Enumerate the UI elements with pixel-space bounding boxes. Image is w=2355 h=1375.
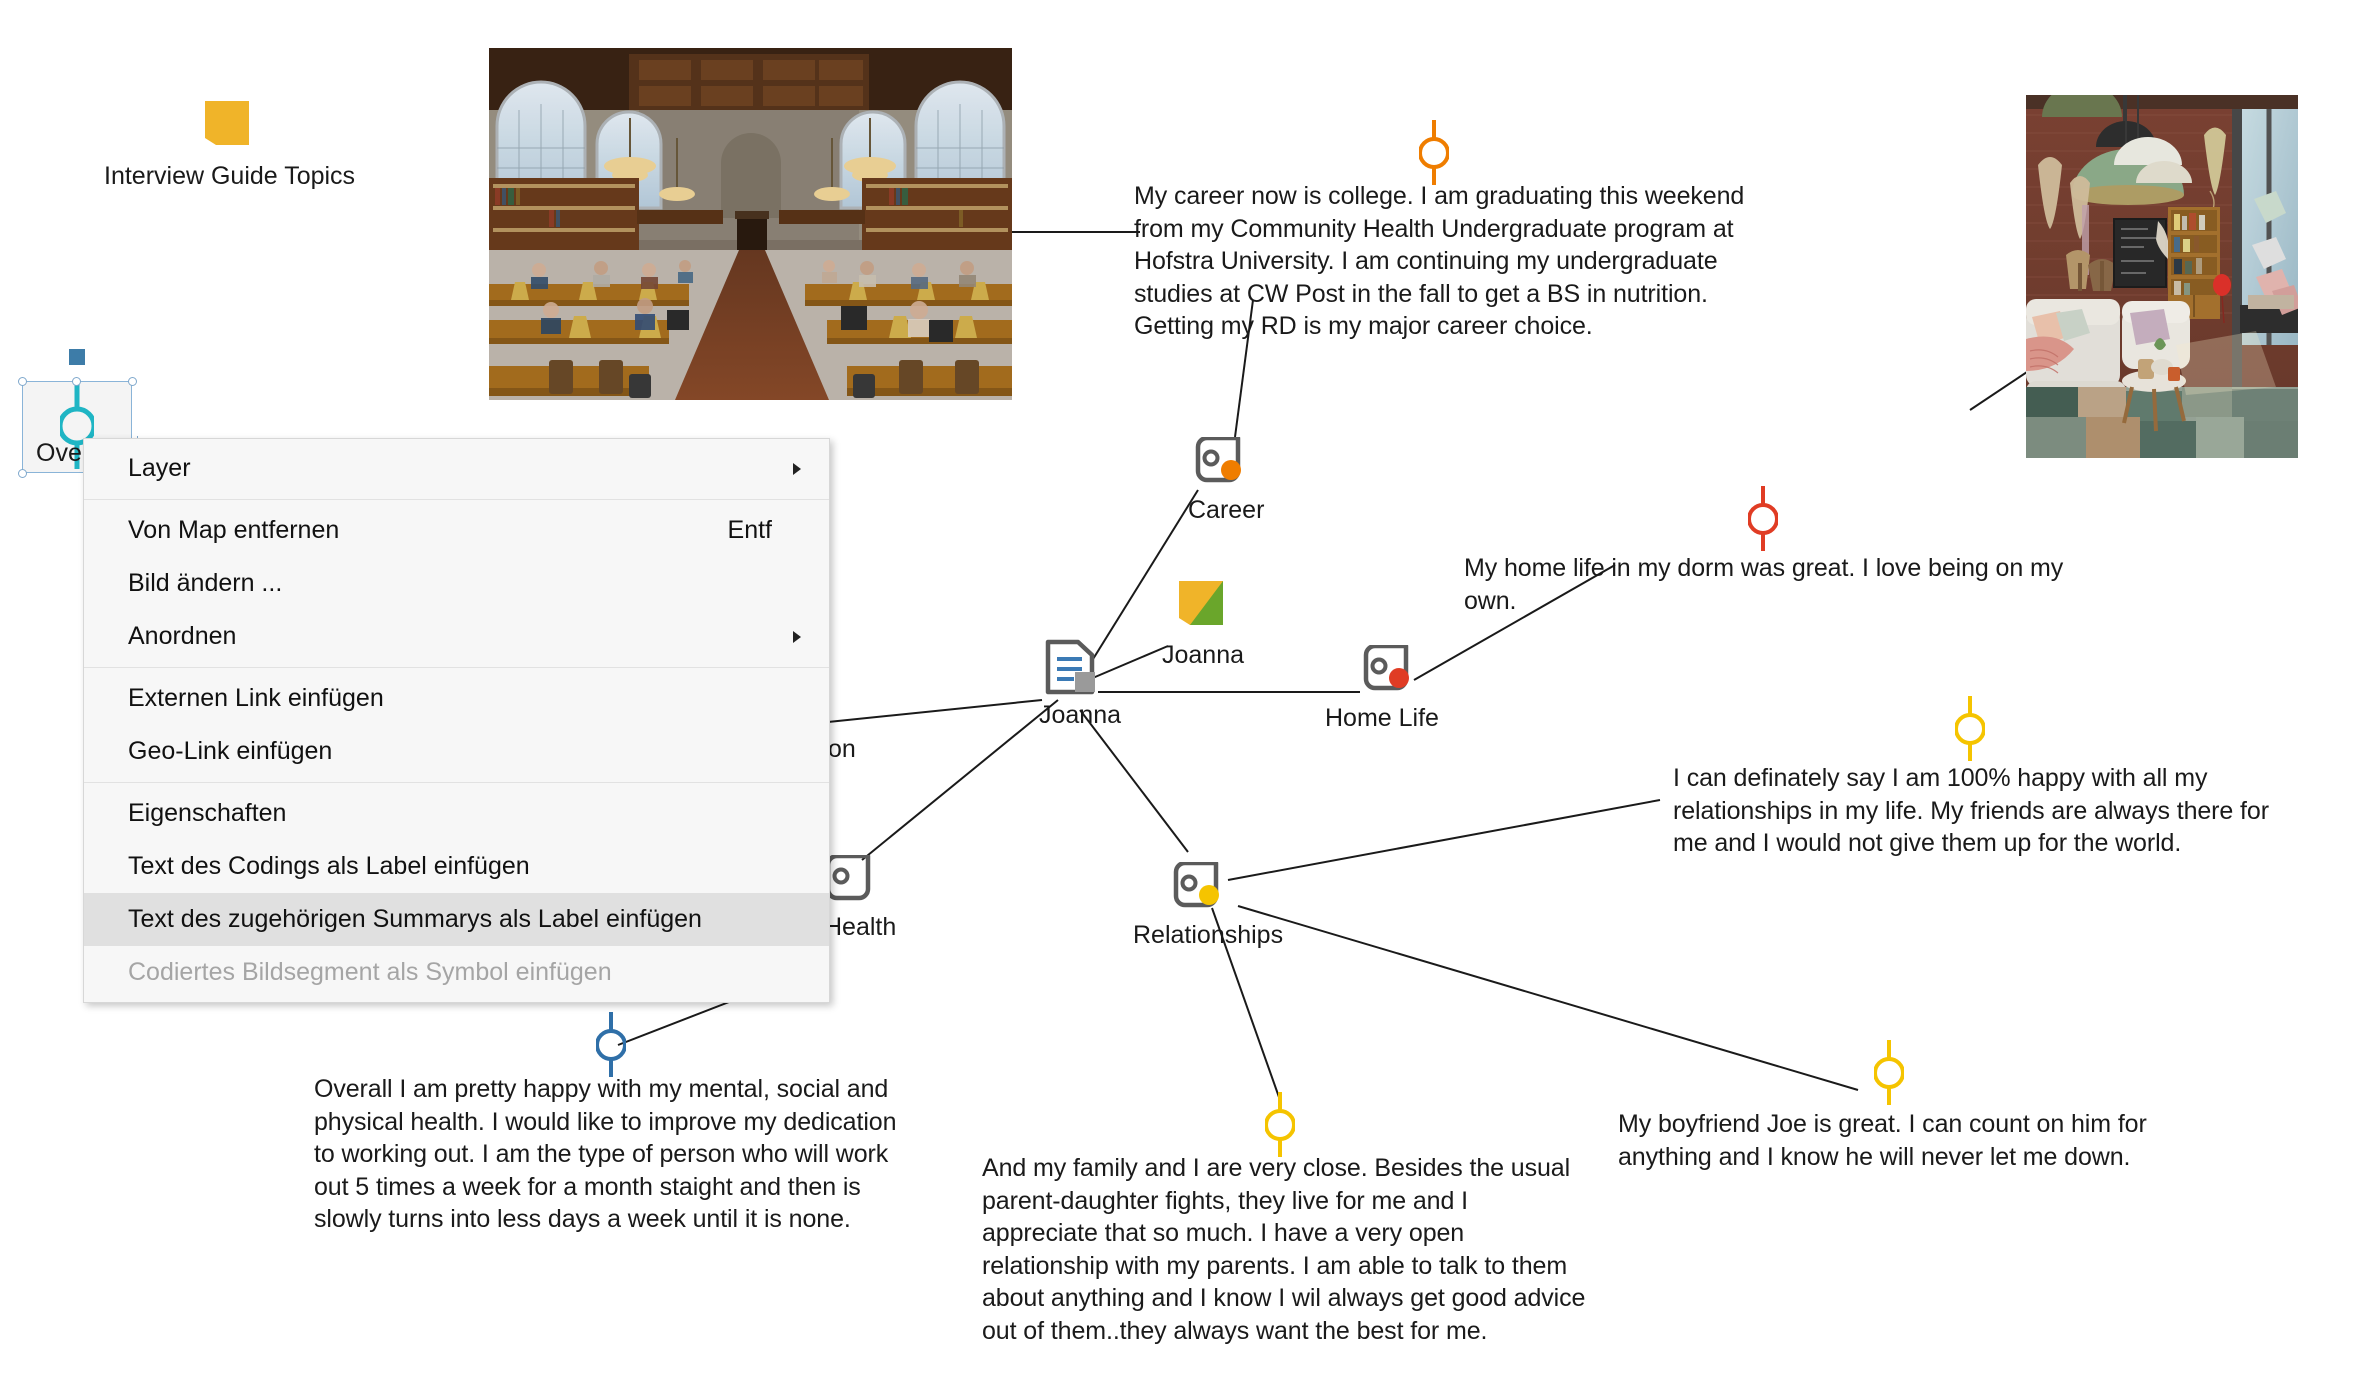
selection-handle-top-right[interactable] xyxy=(128,377,137,386)
family-summary-text: And my family and I are very close. Besi… xyxy=(982,1154,1586,1345)
joanna-set-note-label: Joanna xyxy=(1162,641,1245,669)
career-node-label: Career xyxy=(1188,496,1265,524)
home-life-node-label: Home Life xyxy=(1325,704,1439,732)
career-summary-text: My career now is college. I am graduatin… xyxy=(1134,182,1745,340)
context-menu-item-insert-geo-link[interactable]: Geo-Link einfügen xyxy=(84,725,829,778)
livingroom-image[interactable] xyxy=(2026,95,2298,458)
submenu-arrow-icon xyxy=(793,630,801,643)
context-menu-item-change-image[interactable]: Bild ändern ... xyxy=(84,557,829,610)
context-menu-item-properties[interactable]: Eigenschaften xyxy=(84,787,829,840)
selected-node-label: Ove xyxy=(36,439,82,467)
context-menu-item-insert-summary-text-as-label[interactable]: Text des zugehörigen Summarys als Label … xyxy=(84,893,829,946)
boyfriend-summary-text: My boyfriend Joe is great. I can count o… xyxy=(1618,1110,2147,1171)
partial-node-label: on xyxy=(828,735,856,763)
joanna-set-note-icon[interactable] xyxy=(1176,578,1226,633)
selection-handle-top-center[interactable] xyxy=(72,377,81,386)
home-life-summary-text: My home life in my dorm was great. I lov… xyxy=(1464,554,2064,615)
context-menu-shortcut: Entf xyxy=(727,516,772,544)
home-life-node-icon[interactable] xyxy=(1362,643,1420,696)
context-menu-item-remove-from-map[interactable]: Von Map entfernen Entf xyxy=(84,504,829,557)
joanna-document-node-label: Joanna xyxy=(1039,701,1122,729)
context-menu-item-label: Bild ändern ... xyxy=(128,569,283,597)
context-menu-separator xyxy=(84,667,829,668)
friends-summary-marker[interactable] xyxy=(1954,696,1986,771)
context-menu[interactable]: Layer Von Map entfernen Entf Bild ändern… xyxy=(83,438,830,1003)
context-menu-item-layer[interactable]: Layer xyxy=(84,442,829,495)
relationships-node-label: Relationships xyxy=(1133,921,1284,949)
health-node-label: Health xyxy=(824,913,897,941)
context-menu-item-label: Von Map entfernen xyxy=(128,516,340,544)
context-menu-item-label: Text des Codings als Label einfügen xyxy=(128,852,530,880)
context-menu-separator xyxy=(84,499,829,500)
interview-guide-topics-note-icon[interactable] xyxy=(202,98,252,153)
context-menu-item-label: Eigenschaften xyxy=(128,799,287,827)
context-menu-item-insert-coded-image-segment: Codiertes Bildsegment als Symbol einfüge… xyxy=(84,946,829,999)
submenu-arrow-icon xyxy=(793,462,801,475)
context-menu-item-label: Anordnen xyxy=(128,622,237,650)
interview-guide-topics-label: Interview Guide Topics xyxy=(104,162,356,190)
context-menu-separator xyxy=(84,782,829,783)
context-menu-item-label: Externen Link einfügen xyxy=(128,684,384,712)
selection-handle-top-left[interactable] xyxy=(18,377,27,386)
selection-rotate-handle[interactable] xyxy=(69,349,85,365)
home-life-summary-marker[interactable] xyxy=(1747,486,1779,561)
library-image[interactable] xyxy=(489,48,1012,400)
selection-handle-bottom-left[interactable] xyxy=(18,469,27,478)
context-menu-item-label: Layer xyxy=(128,454,191,482)
context-menu-item-arrange[interactable]: Anordnen xyxy=(84,610,829,663)
context-menu-item-insert-external-link[interactable]: Externen Link einfügen xyxy=(84,672,829,725)
health-summary-text: Overall I am pretty happy with my mental… xyxy=(314,1075,897,1233)
map-canvas[interactable]: Interview Guide Topics Career Joanna Joa… xyxy=(0,0,2355,1375)
boyfriend-summary-marker[interactable] xyxy=(1873,1040,1905,1115)
context-menu-item-label: Text des zugehörigen Summarys als Label … xyxy=(128,905,702,933)
career-node-icon[interactable] xyxy=(1194,435,1252,488)
joanna-document-node-icon[interactable] xyxy=(1044,638,1100,701)
context-menu-item-label: Geo-Link einfügen xyxy=(128,737,333,765)
health-node-icon[interactable] xyxy=(824,853,882,906)
context-menu-item-insert-coding-text-as-label[interactable]: Text des Codings als Label einfügen xyxy=(84,840,829,893)
relationships-node-icon[interactable] xyxy=(1172,860,1230,913)
friends-summary-text: I can definately say I am 100% happy wit… xyxy=(1673,764,2269,857)
context-menu-item-label: Codiertes Bildsegment als Symbol einfüge… xyxy=(128,958,612,986)
